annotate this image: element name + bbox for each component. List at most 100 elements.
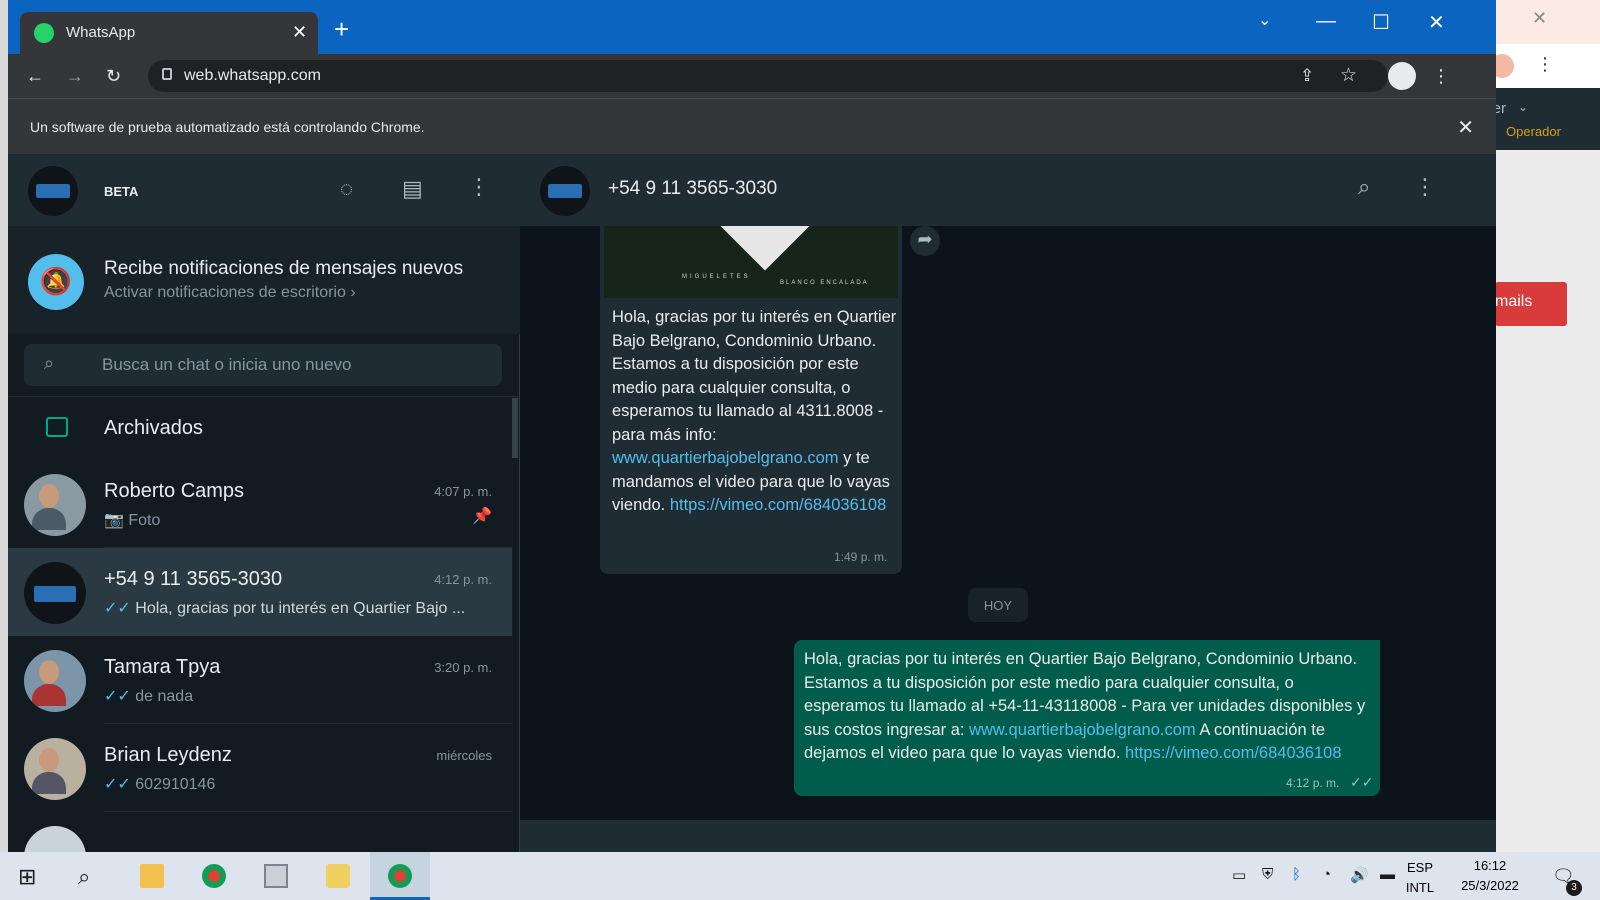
address-bar[interactable]: web.whatsapp.com ⇪ ☆: [148, 60, 1388, 92]
status-icon[interactable]: ◌: [340, 176, 353, 202]
menu-dots-icon[interactable]: ⋮: [1536, 54, 1554, 75]
share-icon[interactable]: ⇪: [1300, 66, 1314, 86]
minimize-icon[interactable]: —: [1316, 10, 1336, 33]
emails-button[interactable]: mails: [1495, 282, 1567, 326]
avatar: [24, 562, 86, 624]
chat-name: Brian Leydenz: [104, 744, 232, 766]
tab-close-icon[interactable]: ✕: [292, 22, 307, 43]
search-icon[interactable]: ⌕: [1358, 174, 1370, 200]
scrollbar-thumb[interactable]: [512, 398, 518, 458]
message-image[interactable]: MIGUELETES BLANCO ENCALADA: [604, 226, 898, 298]
archived-row[interactable]: Archivados: [8, 396, 520, 460]
chevron-right-icon: ›: [350, 284, 356, 301]
message-link[interactable]: https://vimeo.com/684036108: [1125, 744, 1341, 762]
security-shield-icon[interactable]: ⛨: [1262, 866, 1273, 883]
back-icon[interactable]: ←: [26, 66, 44, 87]
image-label: MIGUELETES: [682, 274, 751, 280]
tab-search-icon[interactable]: ⌄: [1258, 10, 1271, 30]
chat-list-pane: BETA ◌ ▤ ⋮ 🔕 Recibe notificaciones de me…: [8, 154, 520, 852]
infobar-message: Un software de prueba automatizado está …: [30, 119, 425, 135]
search-icon: ⌕: [78, 864, 91, 889]
reload-icon[interactable]: ↻: [106, 66, 121, 87]
url-text: web.whatsapp.com: [184, 67, 321, 84]
notification-link-text: Activar notificaciones de escritorio: [104, 284, 346, 301]
message-link[interactable]: https://vimeo.com/684036108: [670, 496, 886, 514]
wifi-icon[interactable]: ◔: [1322, 866, 1331, 883]
composer-bar[interactable]: [520, 820, 1496, 852]
double-check-icon: ✓✓: [104, 776, 131, 793]
clock-time: 16:12: [1473, 858, 1507, 873]
forward-icon[interactable]: →: [66, 66, 84, 87]
message-time: 1:49 p. m.: [834, 550, 888, 564]
contact-title[interactable]: +54 9 11 3565-3030: [608, 178, 777, 200]
taskbar-python[interactable]: [308, 852, 368, 900]
tab-whatsapp[interactable]: WhatsApp ✕: [20, 12, 318, 54]
lock-icon[interactable]: [162, 68, 172, 80]
message-link[interactable]: www.quartierbajobelgrano.com: [969, 721, 1196, 739]
new-chat-icon[interactable]: ▤: [402, 176, 423, 202]
left-header: BETA ◌ ▤ ⋮: [8, 154, 520, 226]
notification-banner[interactable]: 🔕 Recibe notificaciones de mensajes nuev…: [8, 226, 520, 334]
profile-avatar-icon[interactable]: [1388, 62, 1416, 90]
outgoing-message: Hola, gracias por tu interés en Quartier…: [794, 640, 1380, 796]
chat-item-brian[interactable]: Brian Leydenz miércoles ✓✓ 602910146: [8, 724, 512, 812]
bluetooth-icon[interactable]: ᛒ: [1292, 866, 1301, 883]
chat-name: +54 9 11 3565-3030: [104, 568, 283, 590]
infobar-close-icon[interactable]: ✕: [1457, 115, 1474, 140]
bookmark-star-icon[interactable]: ☆: [1340, 64, 1357, 87]
menu-icon[interactable]: ⋮: [1414, 174, 1436, 200]
maximize-icon[interactable]: ☐: [1372, 10, 1390, 35]
chrome-menu-icon[interactable]: ⋮: [1432, 66, 1450, 87]
profile-avatar[interactable]: [28, 166, 78, 216]
search-button[interactable]: ⌕: [60, 852, 120, 900]
whatsapp-favicon-icon: [34, 23, 54, 43]
avatar: [24, 826, 86, 852]
tablet-icon[interactable]: ▭: [1232, 866, 1246, 884]
search-input[interactable]: [102, 352, 482, 378]
avatar-body: [32, 772, 66, 794]
chat-item-partial[interactable]: [8, 812, 512, 852]
taskbar-chrome[interactable]: [184, 852, 244, 900]
chevron-down-icon[interactable]: ⌄: [1518, 100, 1528, 114]
user-role: Operador: [1506, 124, 1561, 139]
forward-icon[interactable]: ➦: [910, 226, 940, 256]
chat-item-tamara[interactable]: Tamara Tpya 3:20 p. m. ✓✓ de nada: [8, 636, 512, 724]
flexa-logo-icon: [34, 586, 76, 602]
message-text: Hola, gracias por tu interés en Quartier…: [612, 306, 900, 518]
taskbar-explorer[interactable]: [122, 852, 182, 900]
avatar: [24, 650, 86, 712]
chat-preview: ✓✓ de nada: [104, 686, 494, 706]
chat-preview: 📷 Foto: [104, 510, 494, 530]
search-box[interactable]: ⌕: [24, 344, 502, 386]
chat-item-roberto[interactable]: Roberto Camps 4:07 p. m. 📷 Foto 📌: [8, 460, 512, 548]
close-icon[interactable]: ✕: [1532, 8, 1547, 29]
windows-taskbar: ⊞ ⌕ ▭ ⛨ ᛒ ◔ 🔊 ▬ ESP INTL 16:12 25/3/2022 🗨…: [0, 852, 1600, 900]
tab-title: WhatsApp: [66, 24, 136, 41]
menu-icon[interactable]: ⋮: [468, 174, 490, 200]
notification-link[interactable]: Activar notificaciones de escritorio ›: [104, 284, 356, 302]
contact-avatar[interactable]: [540, 166, 590, 216]
chat-time: 4:07 p. m.: [434, 484, 492, 499]
window-close-icon[interactable]: ✕: [1428, 10, 1445, 35]
taskbar-chrome-active[interactable]: [370, 852, 430, 900]
clock[interactable]: 16:12 25/3/2022: [1440, 856, 1540, 896]
chrome-icon: [202, 864, 226, 888]
chat-item-active[interactable]: +54 9 11 3565-3030 4:12 p. m. ✓✓ Hola, g…: [8, 548, 512, 636]
image-label: BLANCO ENCALADA: [780, 280, 869, 286]
volume-icon[interactable]: 🔊: [1350, 866, 1369, 884]
battery-icon[interactable]: ▬: [1380, 866, 1395, 883]
new-tab-icon[interactable]: +: [334, 14, 349, 45]
avatar-body: [32, 508, 66, 530]
avatar-face: [39, 748, 59, 772]
message-link[interactable]: www.quartierbajobelgrano.com: [612, 449, 839, 467]
input-language[interactable]: ESP INTL: [1400, 858, 1440, 898]
taskbar-app[interactable]: [246, 852, 306, 900]
start-button[interactable]: ⊞: [0, 852, 60, 900]
incoming-message: MIGUELETES BLANCO ENCALADA Hola, gracias…: [600, 226, 902, 574]
chat-name: Tamara Tpya: [104, 656, 221, 678]
clock-date: 25/3/2022: [1461, 878, 1519, 893]
conversation-pane: +54 9 11 3565-3030 ⌕ ⋮ MIGUELETES BLANCO…: [520, 154, 1496, 852]
python-icon: [326, 864, 350, 888]
chrome-icon: [388, 864, 412, 888]
double-check-icon: ✓✓: [1350, 774, 1374, 790]
